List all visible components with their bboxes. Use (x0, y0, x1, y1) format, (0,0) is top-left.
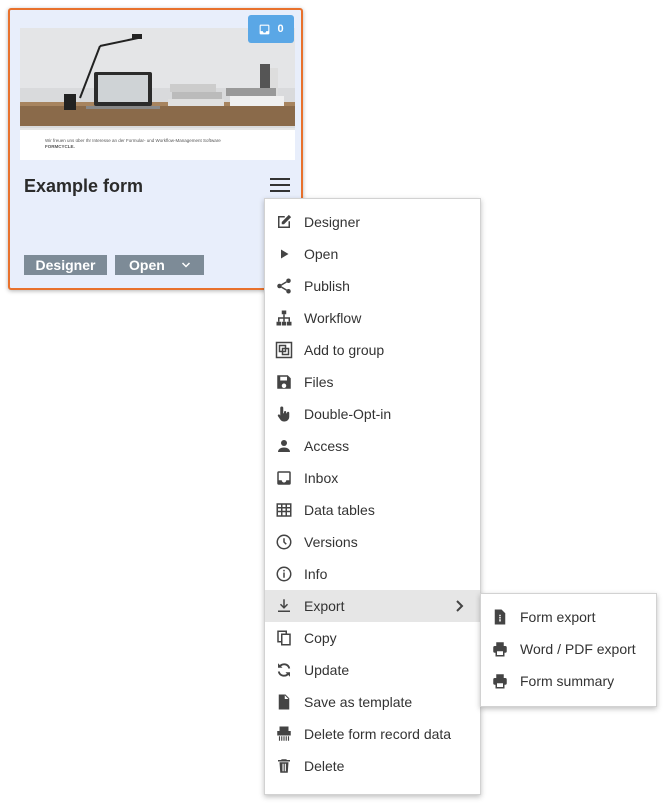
print-icon (491, 672, 509, 690)
menu-item-label: Open (304, 246, 339, 262)
trash-icon (275, 757, 293, 775)
menu-item-designer[interactable]: Designer (265, 206, 480, 238)
thumbnail-caption: Wir freuen uns über Ihr Interesse an der… (45, 138, 285, 150)
menu-item-access[interactable]: Access (265, 430, 480, 462)
menu-item-label: Update (304, 662, 350, 678)
menu-item-label: Info (304, 566, 328, 582)
menu-item-update[interactable]: Update (265, 654, 480, 686)
menu-item-copy[interactable]: Copy (265, 622, 480, 654)
context-menu: Designer Open Publish Workflow Add to gr… (264, 198, 481, 795)
menu-item-data-tables[interactable]: Data tables (265, 494, 480, 526)
user-icon (275, 437, 293, 455)
menu-item-label: Copy (304, 630, 337, 646)
menu-item-label: Files (304, 374, 334, 390)
print-icon (491, 640, 509, 658)
menu-item-delete-form-record-data[interactable]: Delete form record data (265, 718, 480, 750)
play-icon (275, 245, 293, 263)
sitemap-icon (275, 309, 293, 327)
inbox-icon (258, 23, 271, 36)
menu-item-double-opt-in[interactable]: Double-Opt-in (265, 398, 480, 430)
menu-toggle-button[interactable] (270, 178, 290, 194)
inbox-count: 0 (277, 23, 284, 35)
menu-item-label: Data tables (304, 502, 375, 518)
submenu-item-form-summary[interactable]: Form summary (481, 665, 656, 697)
refresh-icon (275, 661, 293, 679)
menu-item-label: Publish (304, 278, 350, 294)
menu-item-label: Delete form record data (304, 726, 452, 742)
menu-item-files[interactable]: Files (265, 366, 480, 398)
clock-icon (275, 533, 293, 551)
chevron-down-icon[interactable] (180, 258, 192, 274)
form-card[interactable]: Wir freuen uns über Ihr Interesse an der… (8, 8, 303, 290)
submenu-item-word-pdf-export[interactable]: Word / PDF export (481, 633, 656, 665)
submenu-item-form-export[interactable]: Form export (481, 601, 656, 633)
menu-item-publish[interactable]: Publish (265, 270, 480, 302)
menu-item-label: Add to group (304, 342, 385, 358)
designer-button[interactable]: Designer (24, 255, 107, 275)
open-button-label: Open (129, 257, 165, 273)
open-button[interactable]: Open (115, 255, 204, 275)
copy-icon (275, 629, 293, 647)
menu-item-workflow[interactable]: Workflow (265, 302, 480, 334)
form-title: Example form (24, 176, 144, 196)
menu-item-label: Workflow (304, 310, 362, 326)
info-icon (275, 565, 293, 583)
menu-item-label: Double-Opt-in (304, 406, 392, 422)
thumbnail-text-line2: FORMCYCLE. (45, 144, 75, 149)
group-icon (275, 341, 293, 359)
download-icon (275, 597, 293, 615)
submenu-item-label: Word / PDF export (520, 641, 636, 657)
menu-item-label: Designer (304, 214, 361, 230)
menu-item-label: Delete (304, 758, 345, 774)
share-icon (275, 277, 293, 295)
menu-item-inbox[interactable]: Inbox (265, 462, 480, 494)
submenu-item-label: Form export (520, 609, 596, 625)
menu-item-add-to-group[interactable]: Add to group (265, 334, 480, 366)
menu-item-label: Versions (304, 534, 358, 550)
menu-item-label: Save as template (304, 694, 413, 710)
menu-item-save-as-template[interactable]: Save as template (265, 686, 480, 718)
form-thumbnail: Wir freuen uns über Ihr Interesse an der… (20, 28, 295, 160)
submenu-item-label: Form summary (520, 673, 615, 689)
menu-item-info[interactable]: Info (265, 558, 480, 590)
menu-item-open[interactable]: Open (265, 238, 480, 270)
hand-pointer-icon (275, 405, 293, 423)
export-submenu: Form export Word / PDF export Form summa… (480, 593, 657, 707)
menu-item-label: Inbox (304, 470, 339, 486)
shredder-icon (275, 725, 293, 743)
inbox-badge[interactable]: 0 (248, 15, 294, 43)
menu-item-label: Export (304, 598, 345, 614)
edit-icon (275, 213, 293, 231)
menu-item-versions[interactable]: Versions (265, 526, 480, 558)
menu-item-delete[interactable]: Delete (265, 750, 480, 782)
menu-item-export[interactable]: Export (265, 590, 480, 622)
chevron-right-icon (454, 599, 466, 616)
menu-item-label: Access (304, 438, 350, 454)
save-icon (275, 373, 293, 391)
file-icon (275, 693, 293, 711)
inbox-icon (275, 469, 293, 487)
table-icon (275, 501, 293, 519)
file-zip-icon (491, 608, 509, 626)
